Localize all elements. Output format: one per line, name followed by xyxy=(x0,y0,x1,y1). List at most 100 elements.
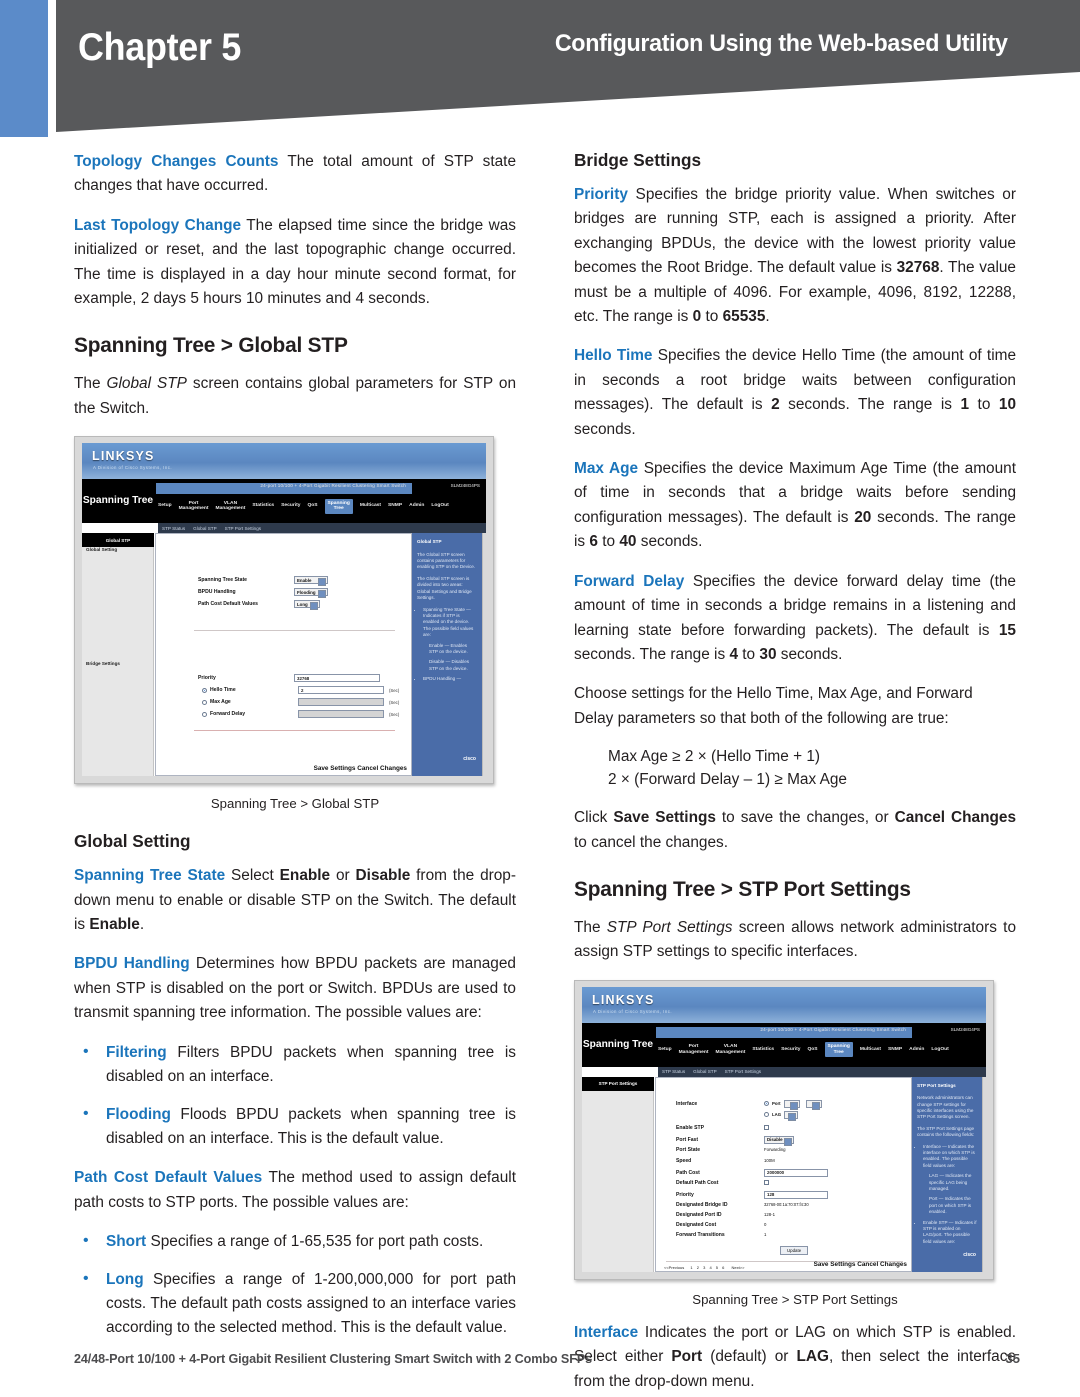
label-port-state: Port State xyxy=(676,1146,701,1153)
select-spanning-tree-state[interactable]: Enable xyxy=(294,576,328,587)
term-flooding: Flooding xyxy=(106,1105,171,1123)
nav-tab-vlan-management[interactable]: VLAN Management xyxy=(216,501,246,512)
pagination: <<Previous 1 2 3 4 5 6 Next>> xyxy=(664,1265,744,1270)
sub-tab-stp-status[interactable]: STP Status xyxy=(162,526,185,531)
nav-tab-multicast[interactable]: Multicast xyxy=(860,1047,881,1053)
paragraph-spanning-tree-state: Spanning Tree State Select Enable or Dis… xyxy=(74,864,516,937)
sub-tab-stp-port-settings[interactable]: STP Port Settings xyxy=(225,526,261,531)
term-priority: Priority xyxy=(574,186,628,203)
input-forward-delay[interactable] xyxy=(298,710,384,719)
nav-tab-admin[interactable]: Admin xyxy=(409,503,424,509)
side-menu-bridge-settings[interactable]: Bridge Settings xyxy=(86,661,120,666)
pagination-page[interactable]: 1 xyxy=(690,1265,692,1270)
nav-tab-vlan-management[interactable]: VLAN Management xyxy=(716,1044,746,1055)
help-list-item: Interface — Indicates the interface on w… xyxy=(923,1144,977,1170)
pagination-page[interactable]: 6 xyxy=(722,1265,724,1270)
nav-tab-setup[interactable]: Setup xyxy=(158,503,172,509)
nav-tab-snmp[interactable]: SNMP xyxy=(888,1047,902,1053)
help-list-item: Disable — Disables STP on the device. xyxy=(429,659,470,671)
cancel-changes-button[interactable]: Cancel Changes xyxy=(357,765,407,772)
text-fwd-b3: 30 xyxy=(759,645,777,663)
pagination-page[interactable]: 4 xyxy=(709,1265,711,1270)
select-bpdu-handling[interactable]: Flooding xyxy=(294,588,328,599)
nav-tab-port-management[interactable]: Port Management xyxy=(179,501,209,512)
scrollbar[interactable] xyxy=(982,1076,986,1272)
nav-tab-setup[interactable]: Setup xyxy=(658,1047,672,1053)
radio-hello-time[interactable] xyxy=(202,687,207,693)
term-path-cost-default-values: Path Cost Default Values xyxy=(74,1169,263,1187)
cancel-changes-button[interactable]: Cancel Changes xyxy=(857,1261,907,1268)
select-path-cost-default-values[interactable]: Long xyxy=(294,600,320,611)
save-settings-button[interactable]: Save Settings xyxy=(314,765,356,772)
nav-tab-multicast[interactable]: Multicast xyxy=(360,503,381,509)
paragraph-choose-settings: Choose settings for the Hello Time, Max … xyxy=(574,685,973,727)
checkbox-default-path-cost[interactable] xyxy=(764,1180,769,1186)
nav-tab-qos[interactable]: QoS xyxy=(307,503,317,509)
field-interface-lag: LAG xyxy=(764,1110,799,1121)
nav-tab-security[interactable]: Security xyxy=(781,1047,800,1053)
nav-tab-logout[interactable]: LogOut xyxy=(931,1047,948,1053)
update-button[interactable]: Update xyxy=(780,1245,809,1255)
radio-interface-lag[interactable] xyxy=(764,1112,769,1118)
select-port-number[interactable] xyxy=(805,1099,822,1110)
nav-tab-snmp[interactable]: SNMP xyxy=(388,503,402,509)
sub-tab-global-stp[interactable]: Global STP xyxy=(693,1069,717,1074)
save-settings-button[interactable]: Save Settings xyxy=(814,1261,856,1268)
nav-tab-qos[interactable]: QoS xyxy=(807,1047,817,1053)
pagination-page[interactable]: 3 xyxy=(703,1265,705,1270)
select-port-unit[interactable] xyxy=(783,1099,800,1110)
side-menu-subitem[interactable]: Global Setting xyxy=(86,547,117,552)
sub-tabs: STP Status Global STP STP Port Settings xyxy=(658,1066,986,1077)
form-divider-2 xyxy=(194,730,395,732)
sub-tab-global-stp[interactable]: Global STP xyxy=(193,526,217,531)
checkbox-enable-stp[interactable] xyxy=(764,1125,769,1131)
side-menu-selected[interactable]: STP Port Settings xyxy=(582,1076,654,1091)
text-stp-state-1: Select xyxy=(225,867,280,885)
pagination-page[interactable]: 2 xyxy=(697,1265,699,1270)
text-fwd-2: seconds. The range is xyxy=(574,645,730,663)
header-blue-bar xyxy=(0,0,48,137)
nav-tab-logout[interactable]: LogOut xyxy=(431,503,448,509)
nav-tab-security[interactable]: Security xyxy=(281,503,300,509)
radio-forward-delay[interactable] xyxy=(202,711,207,717)
nav-tab-spanning-tree[interactable]: Spanning Tree xyxy=(324,498,353,514)
radio-interface-port[interactable] xyxy=(764,1101,769,1107)
label-port: Port xyxy=(772,1101,781,1107)
figure-caption-stp-port-settings: Spanning Tree > STP Port Settings xyxy=(692,1291,898,1307)
select-port-fast[interactable]: Disable xyxy=(764,1135,794,1146)
term-hello-time: Hello Time xyxy=(574,347,653,365)
sub-tab-stp-port-settings[interactable]: STP Port Settings xyxy=(725,1069,761,1074)
pagination-page[interactable]: 5 xyxy=(716,1265,718,1270)
help-paragraph-2: The Global STP screen is divided into tw… xyxy=(417,575,472,601)
input-hello-time[interactable]: 2 xyxy=(298,686,384,695)
heading-spanning-tree-stp-port-settings: Spanning Tree > STP Port Settings xyxy=(574,876,911,901)
select-lag-number[interactable] xyxy=(784,1110,799,1121)
sub-tab-stp-status[interactable]: STP Status xyxy=(662,1069,685,1074)
value-designated-cost: 0 xyxy=(764,1222,767,1228)
radio-max-age[interactable] xyxy=(202,699,207,705)
field-bpdu-handling: BPDU Handling Flooding xyxy=(198,588,328,599)
field-forward-transitions: Forward Transitions 1 xyxy=(676,1232,766,1238)
input-priority[interactable]: 32768 xyxy=(294,674,380,683)
text-stp-state-2: or xyxy=(330,867,356,885)
term-filtering: Filtering xyxy=(106,1043,167,1061)
text-maxage-4: seconds. xyxy=(636,533,703,551)
field-forward-delay: Forward Delay (Sec) xyxy=(202,710,399,719)
input-max-age[interactable] xyxy=(298,698,384,707)
scrollbar[interactable] xyxy=(482,533,486,777)
pagination-next[interactable]: Next>> xyxy=(732,1265,745,1270)
field-speed: Speed 100M xyxy=(676,1158,775,1164)
linksys-logo: LINKSYS xyxy=(92,449,155,464)
nav-tab-admin[interactable]: Admin xyxy=(909,1047,924,1053)
pagination-prev[interactable]: <<Previous xyxy=(664,1265,684,1270)
input-path-cost[interactable]: 2000000 xyxy=(764,1168,828,1177)
label-max-age: Max Age xyxy=(210,699,231,706)
nav-tab-statistics[interactable]: Statistics xyxy=(252,503,274,509)
nav-tab-spanning-tree[interactable]: Spanning Tree xyxy=(824,1042,853,1058)
nav-tab-port-management[interactable]: Port Management xyxy=(679,1044,709,1055)
side-menu-selected[interactable]: Global STP xyxy=(82,533,154,548)
input-priority[interactable]: 128 xyxy=(764,1190,828,1199)
formula-block: Max Age ≥ 2 × (Hello Time + 1) 2 × (Forw… xyxy=(574,746,1016,791)
nav-tab-statistics[interactable]: Statistics xyxy=(752,1047,774,1053)
field-priority: Priority 128 xyxy=(676,1190,828,1199)
